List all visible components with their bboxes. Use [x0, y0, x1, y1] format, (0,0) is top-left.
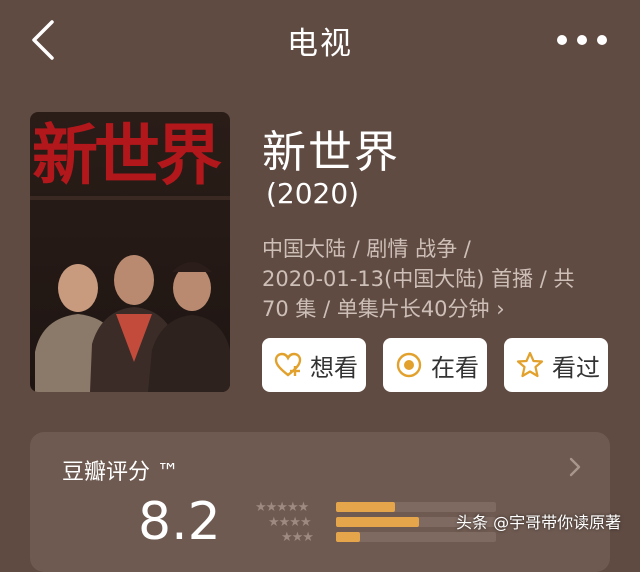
meta-line-2: 2020-01-13(中国大陆) 首播 / 共 [262, 267, 575, 291]
rating-bar-fill [336, 517, 420, 527]
meta-line-3: 70 集 / 单集片长40分钟 [262, 297, 490, 321]
rating-card[interactable]: 豆瓣评分 ™ [30, 432, 610, 572]
watched-label: 看过 [552, 353, 600, 382]
page-title: 电视 [287, 26, 353, 62]
poster-figures-art [30, 196, 230, 392]
rating-bar-fill [336, 502, 396, 512]
star-outline-icon [516, 351, 544, 378]
three-star-label: ★★★ [281, 530, 314, 545]
poster-image[interactable]: 新世界 [30, 112, 230, 392]
want-to-watch-button[interactable]: 想看 [262, 338, 366, 392]
watermark-text: 头条 @宇哥带你读原著 [456, 513, 622, 532]
four-star-label: ★★★★ [268, 515, 312, 530]
rating-label: 豆瓣评分 ™ [62, 460, 179, 485]
chevron-right-icon: › [496, 297, 505, 321]
star-levels: ★★★★★ ★★★★ ★★★ [255, 500, 314, 545]
show-meta[interactable]: 中国大陆 / 剧情 战争 / 2020-01-13(中国大陆) 首播 / 共 7… [262, 234, 602, 324]
nav-bar: 电视 [0, 0, 640, 80]
five-star-label: ★★★★★ [255, 500, 309, 515]
target-circle-icon [396, 352, 422, 378]
rating-bar-fill [336, 532, 360, 542]
chevron-right-icon[interactable] [568, 456, 582, 478]
rating-score: 8.2 [138, 492, 221, 552]
rating-bar-3 [336, 532, 496, 542]
heart-plus-icon [274, 352, 302, 377]
show-title: 新世界 [262, 127, 400, 178]
watched-button[interactable]: 看过 [504, 338, 608, 392]
show-year: (2020) [266, 177, 360, 210]
want-to-watch-label: 想看 [310, 353, 358, 382]
watching-label: 在看 [431, 353, 479, 382]
more-dots-icon[interactable] [553, 26, 611, 54]
meta-line-1: 中国大陆 / 剧情 战争 / [262, 237, 471, 261]
watching-button[interactable]: 在看 [383, 338, 487, 392]
